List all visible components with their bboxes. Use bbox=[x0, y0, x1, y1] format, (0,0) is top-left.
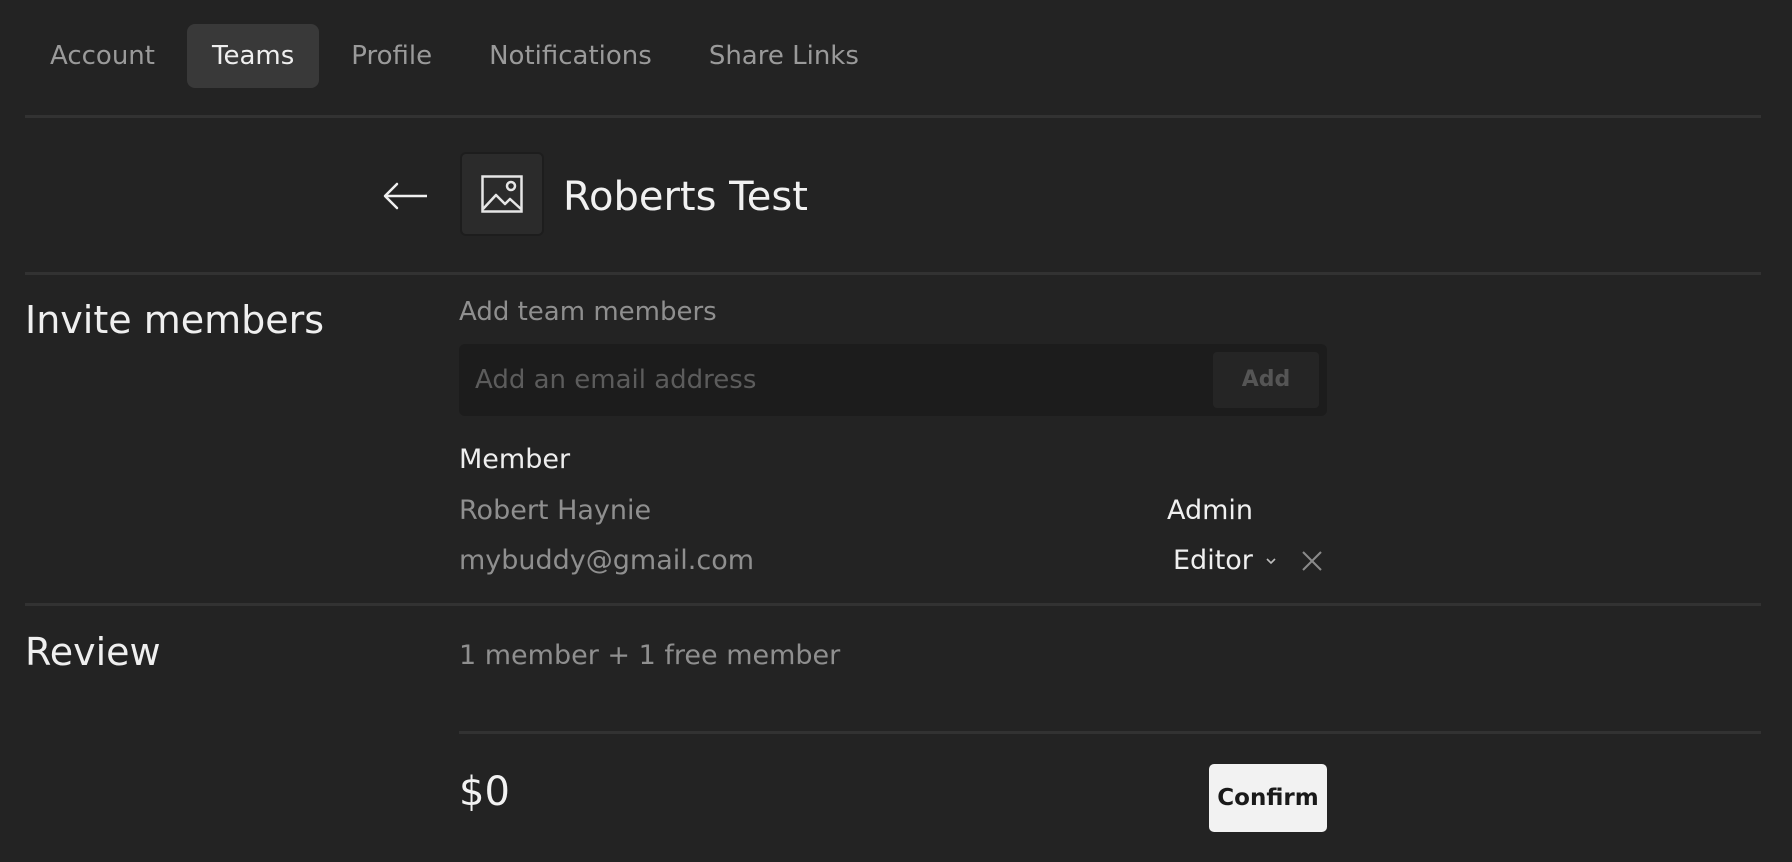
remove-member-button[interactable] bbox=[1299, 548, 1325, 574]
tab-share-links[interactable]: Share Links bbox=[684, 24, 884, 88]
role-dropdown-value: Editor bbox=[1173, 545, 1253, 576]
chevron-down-icon bbox=[1266, 558, 1276, 565]
header-divider bbox=[25, 272, 1761, 275]
total-price: $0 bbox=[459, 769, 510, 815]
members-divider bbox=[25, 603, 1761, 606]
member-role: Admin bbox=[1167, 495, 1254, 526]
tab-profile[interactable]: Profile bbox=[326, 24, 457, 88]
back-button[interactable] bbox=[381, 174, 429, 218]
tabs-divider bbox=[25, 115, 1761, 118]
review-summary: 1 member + 1 free member bbox=[459, 640, 841, 671]
add-team-members-label: Add team members bbox=[459, 297, 717, 327]
team-name: Roberts Test bbox=[563, 174, 808, 220]
close-icon bbox=[1302, 551, 1322, 571]
role-dropdown[interactable]: Editor bbox=[1173, 542, 1277, 580]
tab-teams[interactable]: Teams bbox=[186, 24, 320, 88]
add-member-button[interactable]: Add bbox=[1213, 352, 1319, 408]
review-divider bbox=[459, 731, 1761, 734]
team-avatar[interactable] bbox=[460, 152, 544, 236]
review-title: Review bbox=[25, 630, 161, 674]
settings-tabs: Account Teams Profile Notifications Shar… bbox=[25, 24, 891, 88]
member-name: Robert Haynie bbox=[459, 495, 652, 526]
tab-account[interactable]: Account bbox=[25, 24, 180, 88]
image-placeholder-icon bbox=[481, 175, 523, 213]
member-column-header: Member bbox=[459, 444, 571, 475]
confirm-button[interactable]: Confirm bbox=[1209, 764, 1327, 832]
invite-members-title: Invite members bbox=[25, 298, 325, 342]
arrow-left-icon bbox=[383, 182, 427, 210]
email-input-group: Add bbox=[459, 344, 1327, 416]
tab-notifications[interactable]: Notifications bbox=[464, 24, 677, 88]
member-name: mybuddy@gmail.com bbox=[459, 545, 755, 576]
email-input[interactable] bbox=[475, 344, 1155, 416]
